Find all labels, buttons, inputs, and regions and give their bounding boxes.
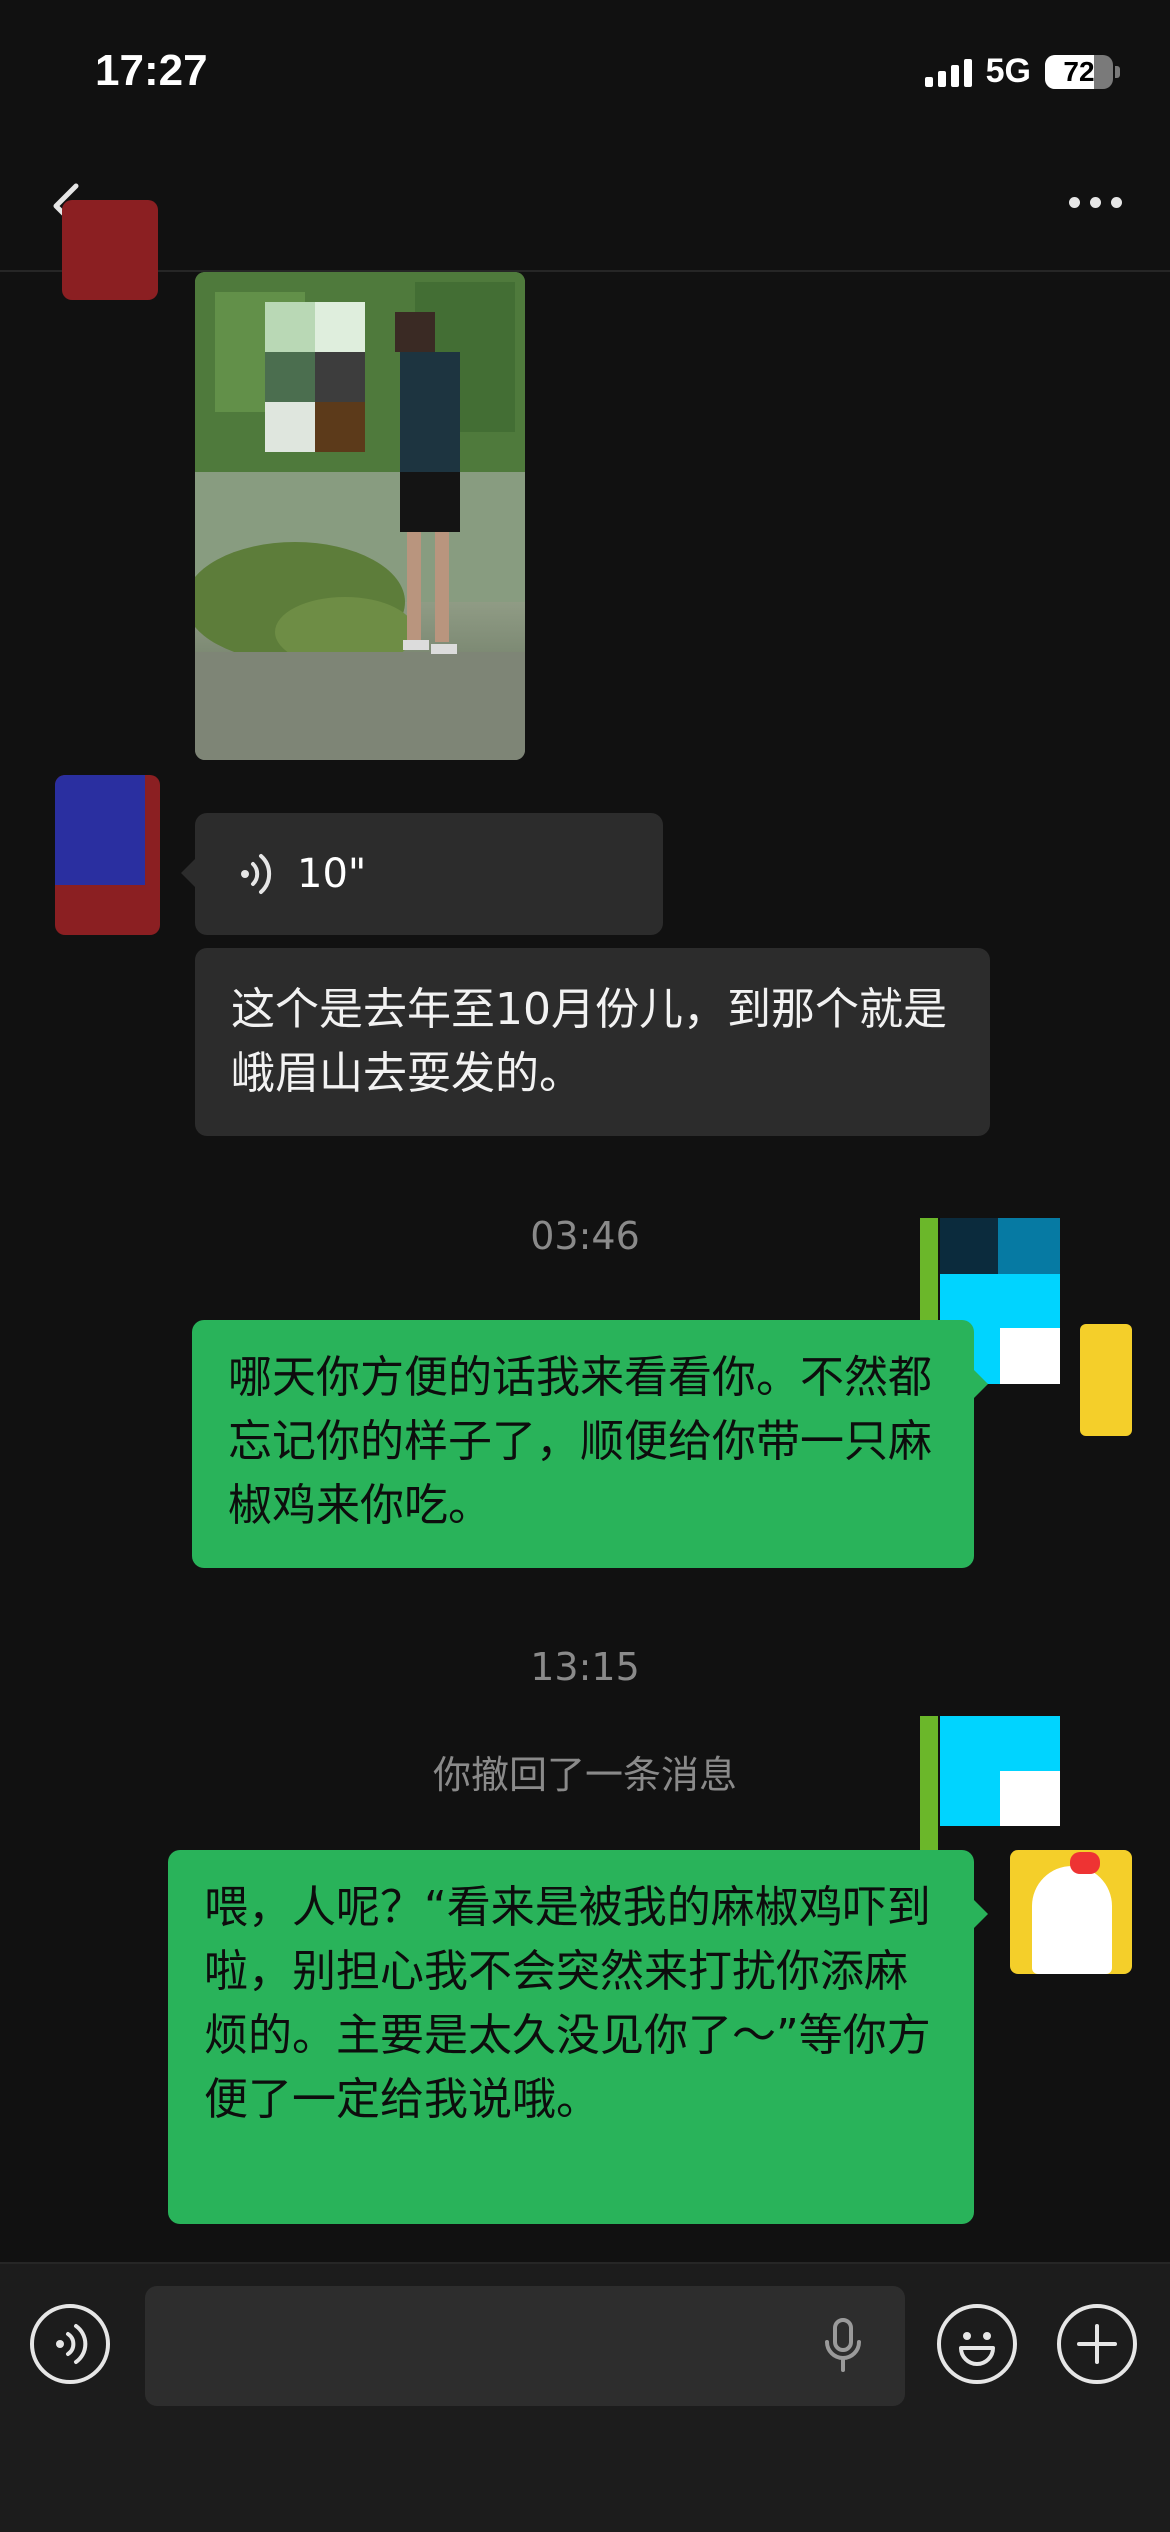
cellular-signal-icon	[924, 57, 972, 87]
voice-message[interactable]: 10"	[181, 813, 663, 935]
input-bar	[0, 2262, 1170, 2532]
chat-header	[0, 140, 1170, 272]
voice-duration: 10"	[297, 851, 367, 897]
ellipsis-dot	[1089, 196, 1101, 208]
sent-message-content: 喂，人呢？“看来是被我的麻椒鸡吓到啦，别担心我不会突然来打扰你添麻烦的。主要是太…	[204, 1882, 931, 2125]
emoji-button[interactable]	[937, 2304, 1017, 2384]
sent-message-text[interactable]: 喂，人呢？“看来是被我的麻椒鸡吓到啦，别担心我不会突然来打扰你添麻烦的。主要是太…	[168, 1850, 988, 2224]
battery-tip	[1115, 65, 1120, 78]
photo-content	[195, 272, 525, 760]
plus-icon	[1077, 2324, 1117, 2364]
emoji-icon	[959, 2332, 995, 2366]
contact-avatar[interactable]	[55, 775, 160, 935]
battery-percent: 72	[1063, 55, 1095, 87]
ellipsis-icon	[1068, 196, 1080, 208]
contact-avatar[interactable]	[62, 200, 158, 300]
timestamp: 13:15	[530, 1645, 640, 1689]
more-button[interactable]	[1060, 182, 1130, 222]
voice-wave-icon	[241, 854, 272, 894]
message-input[interactable]	[145, 2286, 905, 2406]
status-indicators: 5G 72	[924, 52, 1120, 91]
voice-mode-icon	[56, 2324, 88, 2364]
plus-button[interactable]	[1057, 2304, 1137, 2384]
received-message-text[interactable]: 这个是去年至10月份儿，到那个就是峨眉山去耍发的。	[195, 948, 990, 1136]
voice-mode-button[interactable]	[30, 2304, 110, 2384]
ellipsis-dot	[1110, 196, 1122, 208]
image-message[interactable]	[195, 272, 525, 760]
network-type: 5G	[985, 52, 1031, 90]
sent-message-text[interactable]: 哪天你方便的话我来看看你。不然都忘记你的样子了，顺便给你带一只麻椒鸡来你吃。	[192, 1320, 988, 1568]
status-bar: 17:27 5G 72	[0, 0, 1170, 140]
battery-icon: 72	[1045, 54, 1113, 89]
microphone-icon[interactable]	[821, 2318, 865, 2374]
sent-message-content: 哪天你方便的话我来看看你。不然都忘记你的样子了，顺便给你带一只麻椒鸡来你吃。	[228, 1352, 932, 1531]
status-time: 17:27	[95, 46, 208, 95]
